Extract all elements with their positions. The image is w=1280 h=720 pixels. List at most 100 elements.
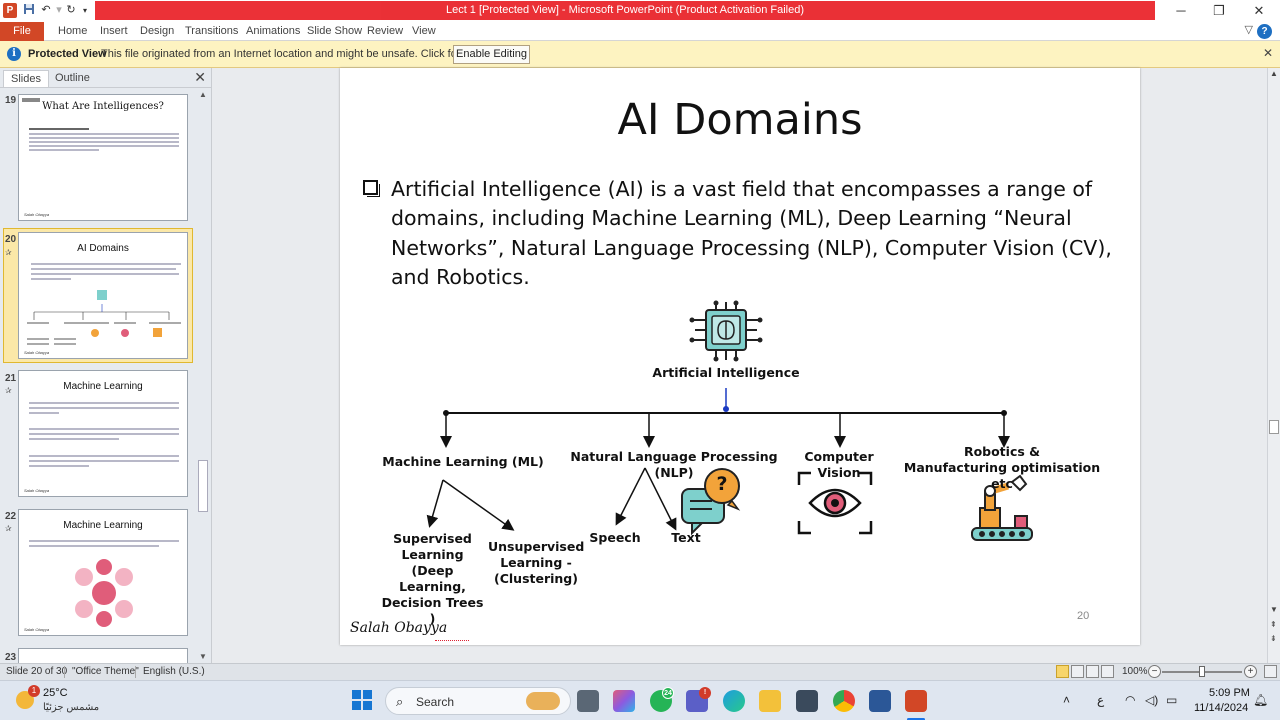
slide-thumbnail-19[interactable]: What Are Intelligences? Salah Obayya: [18, 94, 188, 221]
thumb-text-line: [29, 402, 179, 404]
maximize-button[interactable]: ❐: [1200, 0, 1238, 22]
animation-star-icon: ✰: [5, 386, 12, 395]
customize-qat-icon[interactable]: ▾: [78, 3, 92, 18]
slide-thumbnail-20[interactable]: AI Domains Salah Obayya: [18, 232, 188, 359]
scroll-down-icon[interactable]: ▼: [1270, 605, 1278, 614]
slide-show-view-icon[interactable]: [1101, 665, 1114, 678]
thumb-text-line: [29, 428, 179, 430]
undo-icon[interactable]: ↶: [39, 3, 53, 18]
scrollbar-thumb[interactable]: [1269, 420, 1279, 434]
tab-insert[interactable]: Insert: [100, 22, 128, 41]
save-icon[interactable]: [22, 3, 36, 18]
repeat-icon[interactable]: ↻: [64, 3, 78, 18]
thumbnail-signature: Salah Obayya: [24, 488, 50, 493]
weather-temperature[interactable]: 25°C: [43, 687, 68, 699]
word-icon[interactable]: [869, 690, 891, 712]
diagram-label-supervised-line1: Supervised: [393, 531, 472, 546]
weather-badge: 1: [28, 685, 40, 697]
slide-thumbnail-22[interactable]: Machine Learning Salah Obayya: [18, 509, 188, 636]
tab-outline[interactable]: Outline: [48, 70, 97, 87]
slide-signature: Salah Obayya: [350, 620, 448, 636]
scroll-up-icon[interactable]: ▲: [1270, 69, 1278, 78]
file-explorer-icon[interactable]: [759, 690, 781, 712]
spellcheck-underline: [435, 638, 469, 641]
tab-review[interactable]: Review: [367, 22, 403, 41]
thumb-text-line: [29, 465, 89, 467]
thumb-text-line: [31, 263, 181, 265]
windows-start-icon[interactable]: [352, 690, 372, 710]
wifi-icon[interactable]: ◠: [1125, 693, 1135, 707]
thumb-text-line: [29, 128, 89, 130]
slide-sorter-view-icon[interactable]: [1071, 665, 1084, 678]
zoom-level[interactable]: 100%: [1122, 666, 1148, 677]
thumb-text-line: [29, 460, 179, 462]
powerpoint-app-icon[interactable]: P: [3, 3, 17, 18]
clock-time[interactable]: 5:09 PM: [1209, 687, 1250, 699]
next-slide-icon[interactable]: ⇟: [1270, 634, 1277, 643]
language-status[interactable]: English (U.S.): [143, 666, 205, 677]
tab-slides[interactable]: Slides: [3, 70, 49, 87]
thumbnails-scrollbar[interactable]: ▲ ▼: [197, 88, 209, 663]
battery-icon[interactable]: ▭: [1166, 693, 1177, 707]
enable-editing-button[interactable]: Enable Editing: [453, 45, 530, 64]
scrollbar-thumb[interactable]: [198, 460, 208, 512]
thumbnail-signature: Salah Obayya: [24, 212, 50, 217]
diagram-label-text: Text: [671, 530, 701, 545]
task-view-icon[interactable]: [577, 690, 599, 712]
tab-design[interactable]: Design: [140, 22, 174, 41]
zoom-out-button[interactable]: −: [1148, 665, 1161, 678]
computer-vision-eye-icon: [797, 471, 873, 535]
scroll-up-icon[interactable]: ▲: [199, 90, 207, 99]
thumbnail-title: AI Domains: [77, 243, 129, 254]
zoom-slider-knob[interactable]: [1199, 666, 1205, 677]
input-language-indicator[interactable]: ع: [1097, 693, 1104, 707]
thumb-text-line: [29, 412, 59, 414]
notifications-bell-icon[interactable]: 🔔︎: [1253, 693, 1268, 707]
volume-icon[interactable]: ◁): [1145, 693, 1158, 707]
reading-view-icon[interactable]: [1086, 665, 1099, 678]
diagram-label-unsupervised-line1: Unsupervised: [488, 539, 585, 554]
windows-taskbar: 1 25°C مشمس جزئيًا ⌕ Search 24 ! ˄ ع ◠ ◁…: [0, 680, 1280, 720]
diagram-label-supervised-line2: Learning: [401, 547, 464, 562]
thumb-text-line: [29, 545, 159, 547]
thumb-text-line: [29, 455, 179, 457]
tab-slide-show[interactable]: Slide Show: [307, 22, 362, 41]
close-message-bar-icon[interactable]: ✕: [1263, 46, 1273, 60]
help-icon[interactable]: ?: [1257, 24, 1272, 39]
thumb-text-line: [29, 407, 179, 409]
animation-star-icon: ✰: [5, 524, 12, 533]
tab-transitions[interactable]: Transitions: [185, 22, 238, 41]
tab-view[interactable]: View: [412, 22, 436, 41]
show-hidden-icons-icon[interactable]: ˄: [1063, 693, 1070, 707]
weather-description[interactable]: مشمس جزئيًا: [43, 702, 99, 713]
clock-date[interactable]: 11/14/2024: [1194, 702, 1248, 714]
taskbar-search-box[interactable]: ⌕ Search: [385, 687, 571, 715]
copilot-icon[interactable]: [613, 690, 635, 712]
close-button[interactable]: ✕: [1240, 0, 1278, 22]
edge-icon[interactable]: [723, 690, 745, 712]
question-mark-glyph: ?: [716, 473, 728, 495]
scroll-down-icon[interactable]: ▼: [199, 652, 207, 661]
expand-ribbon-icon[interactable]: ▽: [1245, 23, 1253, 36]
thumb-text-line: [29, 438, 119, 440]
chrome-icon[interactable]: [833, 690, 855, 712]
diagram-label-robotics-line1: Robotics &: [963, 444, 1041, 459]
thumbnail-signature: Salah Obayya: [24, 350, 50, 355]
thumbnail-title: Machine Learning: [63, 520, 143, 531]
tab-file[interactable]: File: [0, 22, 44, 41]
previous-slide-icon[interactable]: ⇞: [1270, 620, 1277, 629]
fit-slide-icon[interactable]: [1264, 665, 1277, 678]
slide-thumbnail-21[interactable]: Machine Learning Salah Obayya: [18, 370, 188, 497]
close-pane-icon[interactable]: ✕: [194, 69, 206, 86]
slide-vertical-scrollbar[interactable]: ▲ ▼ ⇞ ⇟: [1267, 68, 1280, 663]
tab-animations[interactable]: Animations: [246, 22, 300, 41]
tab-home[interactable]: Home: [58, 22, 87, 41]
slide[interactable]: AI Domains Artificial Intelligence (AI) …: [340, 68, 1140, 645]
normal-view-icon[interactable]: [1056, 665, 1069, 678]
microsoft-store-icon[interactable]: [796, 690, 818, 712]
powerpoint-taskbar-icon[interactable]: [905, 690, 927, 712]
theme-name: "Office Theme": [72, 666, 139, 677]
minimize-button[interactable]: ─: [1162, 0, 1200, 22]
protected-view-label: Protected View: [28, 48, 107, 60]
zoom-in-button[interactable]: +: [1244, 665, 1257, 678]
